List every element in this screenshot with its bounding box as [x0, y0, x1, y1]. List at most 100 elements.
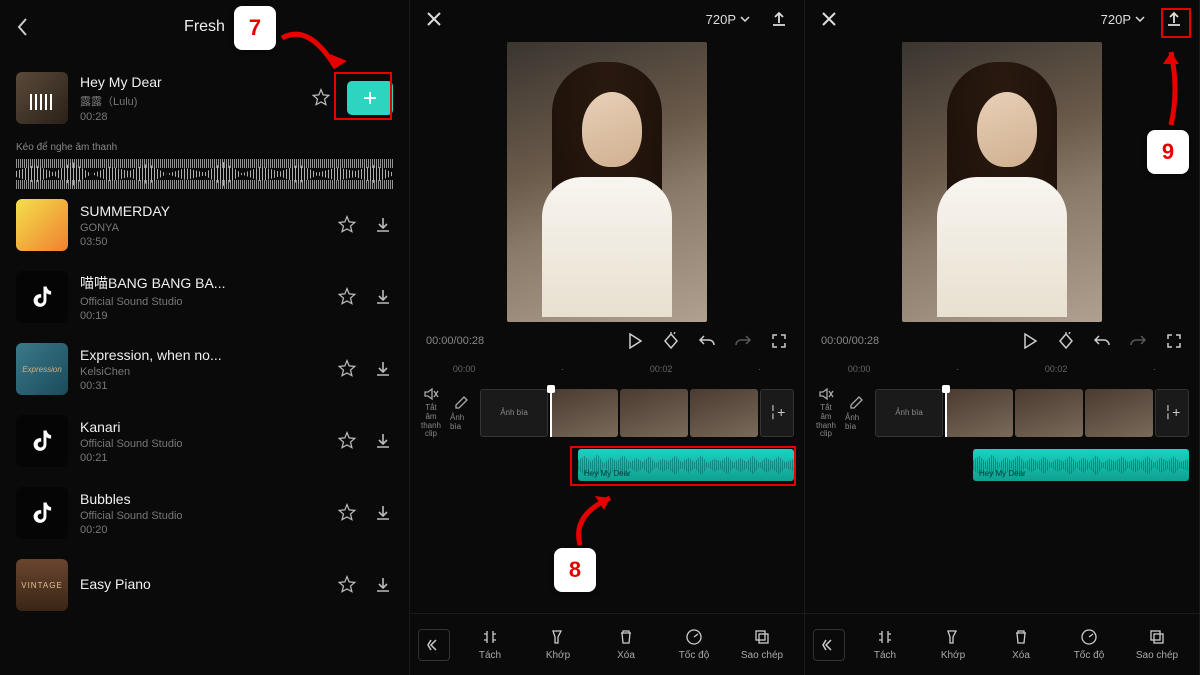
- add-track-button[interactable]: [347, 81, 393, 115]
- speed-button[interactable]: Tốc độ: [1055, 628, 1123, 661]
- track-artist: 露露（Lulu): [80, 93, 299, 109]
- resolution-label: 720P: [706, 12, 736, 27]
- export-button[interactable]: [1165, 10, 1183, 28]
- download-icon[interactable]: [373, 575, 393, 595]
- video-preview[interactable]: [507, 42, 707, 322]
- add-clip-button[interactable]: ╎+: [760, 389, 794, 437]
- undo-button[interactable]: [1093, 332, 1111, 350]
- track-list: Hey My Dear 露露（Lulu) 00:28 Kéo để nghe â…: [16, 62, 393, 621]
- keyframe-button[interactable]: [662, 332, 680, 350]
- track-thumb: [16, 199, 68, 251]
- download-icon[interactable]: [373, 431, 393, 451]
- track-row[interactable]: 喵喵BANG BANG BA... Official Sound Studio …: [16, 261, 393, 333]
- toolbar-back-button[interactable]: [813, 629, 845, 661]
- video-clip[interactable]: [1015, 389, 1083, 437]
- audio-clip-label: Hey My Dear: [584, 469, 631, 478]
- undo-button[interactable]: [698, 332, 716, 350]
- video-clip[interactable]: [690, 389, 758, 437]
- download-icon[interactable]: [373, 359, 393, 379]
- delete-button[interactable]: Xóa: [592, 628, 660, 661]
- video-clip[interactable]: [1085, 389, 1153, 437]
- keyframe-button[interactable]: [1057, 332, 1075, 350]
- category-title: Fresh: [184, 18, 225, 36]
- fullscreen-button[interactable]: [1165, 332, 1183, 350]
- cover-clip[interactable]: Ảnh bìa: [480, 389, 548, 437]
- track-row[interactable]: Easy Piano: [16, 549, 393, 621]
- close-button[interactable]: [821, 11, 837, 27]
- fullscreen-button[interactable]: [770, 332, 788, 350]
- waveform-hint: Kéo để nghe âm thanh: [16, 142, 393, 153]
- copy-button[interactable]: Sao chép: [728, 628, 796, 661]
- track-row[interactable]: Kanari Official Sound Studio 00:21: [16, 405, 393, 477]
- timeline[interactable]: Tắt âm thanh clip Ảnh bìa Ảnh bìa ╎+ Hey…: [410, 378, 804, 487]
- track-title: Expression, when no...: [80, 347, 325, 363]
- favorite-icon[interactable]: [337, 503, 357, 523]
- copy-button[interactable]: Sao chép: [1123, 628, 1191, 661]
- cover-clip[interactable]: Ảnh bìa: [875, 389, 943, 437]
- video-clip[interactable]: [620, 389, 688, 437]
- resolution-dropdown[interactable]: 720P: [1101, 12, 1145, 27]
- favorite-icon[interactable]: [337, 359, 357, 379]
- track-title: Bubbles: [80, 491, 325, 507]
- track-row[interactable]: Bubbles Official Sound Studio 00:20: [16, 477, 393, 549]
- mute-clip-button[interactable]: Tắt âm thanh clip: [815, 386, 837, 439]
- back-button[interactable]: [16, 17, 28, 37]
- resolution-dropdown[interactable]: 720P: [706, 12, 750, 27]
- playhead[interactable]: [550, 389, 552, 437]
- play-button[interactable]: [626, 332, 644, 350]
- favorite-icon[interactable]: [337, 215, 357, 235]
- redo-button[interactable]: [734, 332, 752, 350]
- export-button[interactable]: [770, 10, 788, 28]
- track-thumb: [16, 487, 68, 539]
- callout-9: 9: [1147, 130, 1189, 174]
- track-row[interactable]: Expression, when no... KelsiChen 00:31: [16, 333, 393, 405]
- track-artist: KelsiChen: [80, 366, 325, 378]
- track-duration: 00:28: [80, 111, 299, 123]
- close-button[interactable]: [426, 11, 442, 27]
- track-duration: 00:21: [80, 452, 325, 464]
- track-thumb: [16, 343, 68, 395]
- download-icon[interactable]: [373, 503, 393, 523]
- time-display: 00:00/00:28: [426, 335, 484, 347]
- waveform-scrubber[interactable]: [16, 159, 393, 189]
- favorite-icon[interactable]: [337, 575, 357, 595]
- split-button[interactable]: Tách: [851, 628, 919, 661]
- favorite-icon[interactable]: [337, 431, 357, 451]
- download-icon[interactable]: [373, 287, 393, 307]
- track-thumb: [16, 271, 68, 323]
- redo-button[interactable]: [1129, 332, 1147, 350]
- beat-button[interactable]: Khớp: [524, 628, 592, 661]
- delete-button[interactable]: Xóa: [987, 628, 1055, 661]
- toolbar-back-button[interactable]: [418, 629, 450, 661]
- track-artist: Official Sound Studio: [80, 296, 325, 308]
- video-clip[interactable]: [550, 389, 618, 437]
- download-icon[interactable]: [373, 215, 393, 235]
- timeline-ruler: 00:00·00:02·: [805, 360, 1199, 378]
- track-row[interactable]: SUMMERDAY GONYA 03:50: [16, 189, 393, 261]
- chevron-down-icon: [740, 16, 750, 22]
- callout-8: 8: [554, 548, 596, 592]
- audio-clip[interactable]: Hey My Dear: [973, 449, 1189, 481]
- video-preview[interactable]: [902, 42, 1102, 322]
- favorite-icon[interactable]: [337, 287, 357, 307]
- timeline[interactable]: Tắt âm thanh clip Ảnh bìa Ảnh bìa ╎+ Hey…: [805, 378, 1199, 487]
- mute-clip-button[interactable]: Tắt âm thanh clip: [420, 386, 442, 439]
- split-button[interactable]: Tách: [456, 628, 524, 661]
- playhead[interactable]: [945, 389, 947, 437]
- audio-clip[interactable]: Hey My Dear: [578, 449, 794, 481]
- track-duration: 00:19: [80, 310, 325, 322]
- track-thumb: [16, 72, 68, 124]
- play-button[interactable]: [1021, 332, 1039, 350]
- cover-button[interactable]: Ảnh bìa: [845, 395, 867, 431]
- track-title: Kanari: [80, 419, 325, 435]
- cover-button[interactable]: Ảnh bìa: [450, 395, 472, 431]
- speed-button[interactable]: Tốc độ: [660, 628, 728, 661]
- track-thumb: [16, 415, 68, 467]
- track-row[interactable]: Hey My Dear 露露（Lulu) 00:28: [16, 62, 393, 134]
- favorite-icon[interactable]: [311, 88, 331, 108]
- add-clip-button[interactable]: ╎+: [1155, 389, 1189, 437]
- beat-button[interactable]: Khớp: [919, 628, 987, 661]
- bottom-toolbar: Tách Khớp Xóa Tốc độ Sao chép: [410, 613, 804, 675]
- video-clip[interactable]: [945, 389, 1013, 437]
- arrow-9: [1151, 40, 1191, 130]
